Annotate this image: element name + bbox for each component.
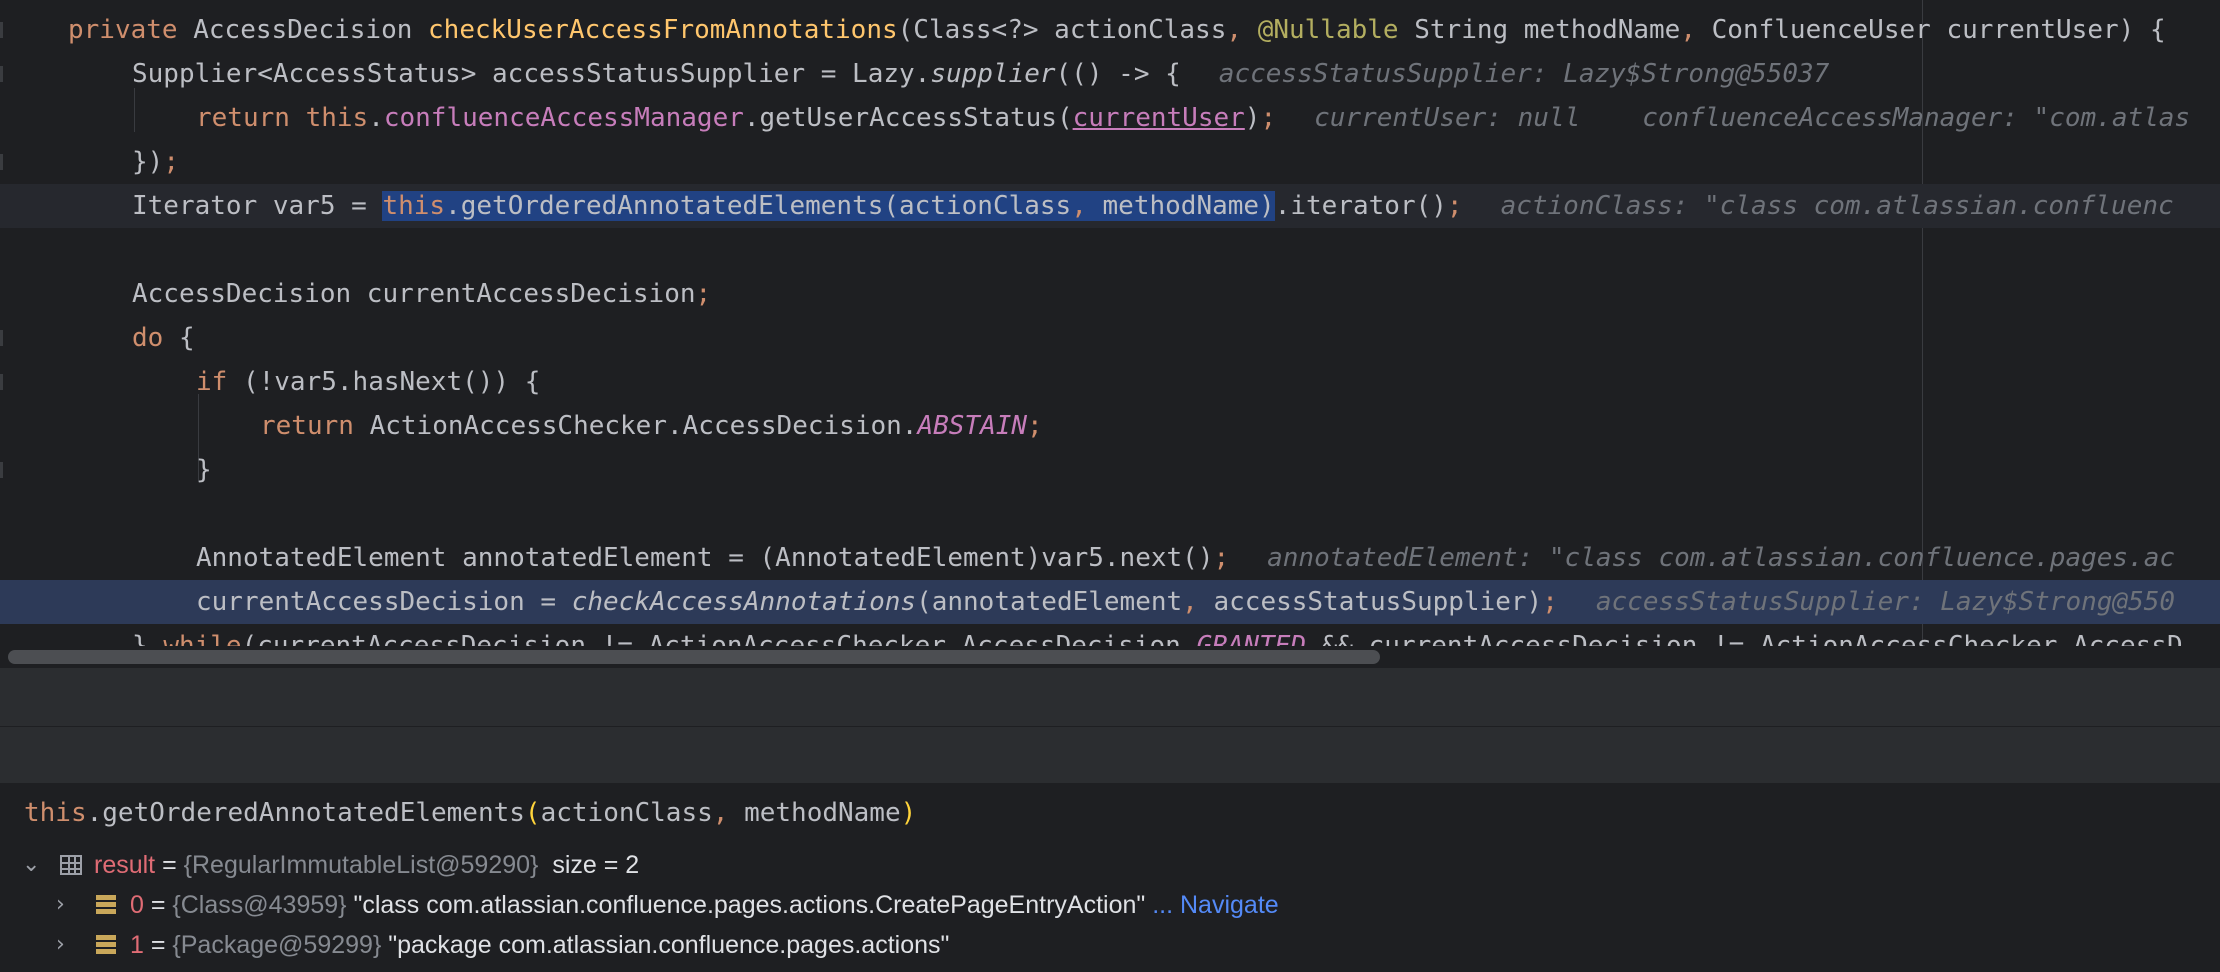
code-line[interactable]: Supplier<AccessStatus> accessStatusSuppl… — [0, 52, 2220, 96]
inline-value-hint: accessStatusSupplier: Lazy$Strong@550 — [1595, 587, 2176, 617]
evaluated-expression: this.getOrderedAnnotatedElements(actionC… — [24, 798, 917, 828]
code-line[interactable]: return this.confluenceAccessManager.getU… — [0, 96, 2220, 140]
code-text: private AccessDecision checkUserAccessFr… — [68, 15, 2166, 45]
result-child-node[interactable]: 1 = {Package@59299} "package com.atlassi… — [130, 925, 949, 965]
code-line[interactable]: private AccessDecision checkUserAccessFr… — [0, 8, 2220, 52]
panel-header — [0, 668, 2220, 727]
variable-type: {RegularImmutableList@59290} — [183, 851, 539, 879]
code-text: } — [196, 455, 212, 485]
scrollbar-thumb[interactable] — [8, 650, 1380, 664]
code-text: return ActionAccessChecker.AccessDecisio… — [260, 411, 1043, 441]
code-text: return this.confluenceAccessManager.getU… — [196, 103, 2191, 133]
panel-toolbar — [0, 727, 2220, 783]
code-text: }); — [132, 147, 179, 177]
code-text: if (!var5.hasNext()) { — [196, 367, 541, 397]
selected-expression[interactable]: this.getOrderedAnnotatedElements(actionC… — [382, 191, 1275, 221]
code-text: AnnotatedElement annotatedElement = (Ann… — [196, 543, 2176, 573]
code-text: do { — [132, 323, 195, 353]
chevron-right-icon[interactable]: › — [56, 885, 65, 925]
result-node[interactable]: result = {RegularImmutableList@59290} si… — [94, 845, 639, 885]
inline-value-hint: accessStatusSupplier: Lazy$Strong@55037 — [1218, 59, 1830, 89]
result-child-node[interactable]: 0 = {Class@43959} "class com.atlassian.c… — [130, 885, 1279, 925]
code-line[interactable]: } — [0, 448, 2220, 492]
inline-value-hint: annotatedElement: "class com.atlassian.c… — [1267, 543, 2176, 573]
code-text: Iterator var5 = this.getOrderedAnnotated… — [132, 191, 2174, 221]
code-line[interactable]: } while(currentAccessDecision != ActionA… — [0, 624, 2220, 646]
code-line[interactable]: }); — [0, 140, 2220, 184]
table-icon — [60, 855, 82, 875]
inline-value-hint: currentUser: null — [1314, 103, 1581, 133]
code-line[interactable]: AccessDecision currentAccessDecision; — [0, 272, 2220, 316]
evaluate-expression-panel[interactable]: this.getOrderedAnnotatedElements(actionC… — [0, 783, 2220, 972]
list-icon — [96, 935, 116, 955]
code-line[interactable]: do { — [0, 316, 2220, 360]
code-line-execution-point[interactable]: currentAccessDecision = checkAccessAnnot… — [0, 580, 2220, 624]
variable-size: size = 2 — [552, 851, 640, 879]
code-text: currentAccessDecision = checkAccessAnnot… — [196, 587, 2176, 617]
code-line[interactable]: return ActionAccessChecker.AccessDecisio… — [0, 404, 2220, 448]
code-text: AccessDecision currentAccessDecision; — [132, 279, 712, 309]
variable-name: result — [94, 851, 156, 879]
chevron-right-icon[interactable]: › — [56, 925, 65, 965]
code-line[interactable]: if (!var5.hasNext()) { — [0, 360, 2220, 404]
code-line-current[interactable]: Iterator var5 = this.getOrderedAnnotated… — [0, 184, 2220, 228]
code-text: } while(currentAccessDecision != ActionA… — [132, 631, 2183, 646]
inline-value-hint: actionClass: "class com.atlassian.conflu… — [1500, 191, 2174, 221]
code-text: Supplier<AccessStatus> accessStatusSuppl… — [132, 59, 1830, 89]
navigate-link[interactable]: ... Navigate — [1152, 891, 1278, 919]
chevron-down-icon[interactable]: ⌄ — [22, 845, 40, 885]
list-icon — [96, 895, 116, 915]
code-editor[interactable]: private AccessDecision checkUserAccessFr… — [0, 0, 2220, 646]
code-line[interactable]: AnnotatedElement annotatedElement = (Ann… — [0, 536, 2220, 580]
inline-value-hint: confluenceAccessManager: "com.atlas — [1642, 103, 2191, 133]
